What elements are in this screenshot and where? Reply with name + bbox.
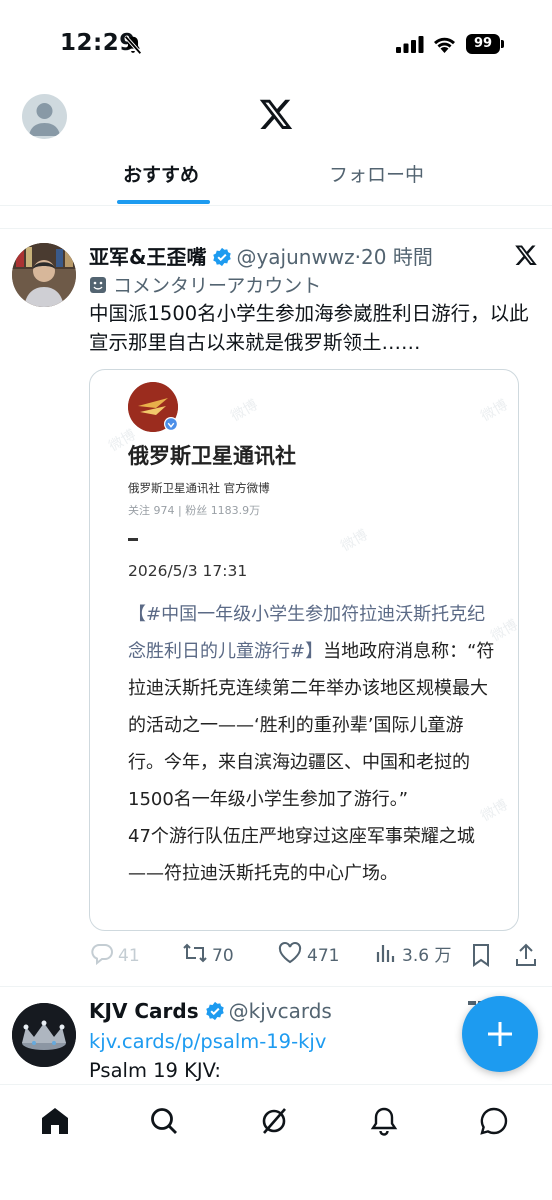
author-name[interactable]: KJV Cards — [89, 999, 199, 1023]
grok-nav-icon[interactable] — [258, 1105, 290, 1137]
watermark: 微博 — [228, 396, 261, 425]
watermark: 微博 — [478, 396, 511, 425]
embed-date: 2026/5/3 17:31 — [128, 562, 248, 580]
repost-count: 70 — [212, 946, 234, 966]
watermark: 微博 — [338, 526, 371, 555]
author-photo — [12, 243, 76, 307]
author-name[interactable]: 亚军&王歪嘴 — [89, 245, 206, 269]
verified-badge-icon — [205, 1001, 224, 1021]
author-avatar[interactable] — [12, 243, 76, 307]
author-avatar[interactable] — [12, 1003, 76, 1067]
account-label-text: コメンタリーアカウント — [113, 275, 322, 297]
weibo-verified-icon — [164, 417, 178, 431]
home-icon[interactable] — [39, 1105, 71, 1137]
messages-icon[interactable] — [478, 1105, 510, 1137]
commentary-label-icon — [90, 277, 106, 293]
wifi-icon — [434, 37, 455, 53]
reply-count: 41 — [118, 946, 140, 966]
reply-button[interactable]: 41 — [90, 941, 140, 969]
bookmark-icon[interactable] — [470, 941, 492, 969]
embed-body-text-2: 47个游行队伍庄严地穿过这座军事荣耀之城——符拉迪沃斯托克的中心广场。 — [128, 826, 475, 884]
repost-icon — [183, 943, 207, 963]
tweet-text: Psalm 19 KJV: — [89, 1059, 222, 1082]
my-avatar[interactable] — [22, 94, 67, 139]
plus-icon — [488, 1022, 512, 1046]
x-logo-icon[interactable] — [258, 96, 294, 132]
like-count: 471 — [307, 946, 340, 966]
views-chart-icon — [376, 945, 395, 962]
share-icon[interactable] — [514, 941, 538, 969]
verified-badge-icon — [213, 247, 232, 267]
embedded-image[interactable]: 微博 微博 微博 微博 微博 微博 俄罗斯卫星通讯社 俄罗斯卫星通讯社 官方微博… — [89, 369, 519, 931]
author-handle[interactable]: @yajunwwz — [236, 245, 354, 269]
reply-icon — [91, 944, 113, 965]
views-button[interactable]: 3.6 万 — [374, 941, 451, 969]
active-tab-indicator — [117, 200, 210, 204]
grok-icon[interactable] — [514, 243, 538, 267]
tweet-link[interactable]: kjv.cards/p/psalm-19-kjv — [89, 1030, 326, 1053]
tweet[interactable]: 亚军&王歪嘴 @yajunwwz·20 時間 コメンタリーアカウント 中国派150… — [0, 228, 552, 986]
tab-recommended[interactable]: おすすめ — [123, 160, 199, 187]
embed-account-name: 俄罗斯卫星通讯社 — [128, 444, 296, 468]
battery-indicator: 99 — [466, 34, 500, 54]
compose-button[interactable] — [462, 996, 538, 1072]
author-handle[interactable]: @kjvcards — [229, 999, 332, 1023]
embed-account-sub: 俄罗斯卫星通讯社 官方微博 — [128, 481, 270, 495]
bottom-navigation — [0, 1084, 552, 1200]
tweet-time[interactable]: 20 時間 — [361, 245, 433, 269]
cellular-signal-icon — [396, 36, 424, 53]
notifications-icon[interactable] — [368, 1105, 400, 1137]
repost-button[interactable]: 70 — [182, 941, 234, 969]
tweet-actions: 41 70 471 3.6 万 — [0, 941, 552, 971]
tweet-header: 亚军&王歪嘴 @yajunwwz·20 時間 — [89, 241, 433, 270]
embed-follow-stats: 关注 974 | 粉丝 1183.9万 — [128, 504, 261, 517]
timeline-tabs: おすすめ フォロー中 — [0, 148, 552, 206]
status-bar: 12:29 99 — [0, 0, 552, 90]
heart-icon — [278, 942, 302, 964]
crown-image — [12, 1003, 76, 1067]
account-label[interactable]: コメンタリーアカウント — [89, 271, 321, 298]
battery-tip — [501, 40, 504, 48]
view-count: 3.6 万 — [402, 946, 452, 966]
bell-off-icon — [124, 35, 142, 55]
like-button[interactable]: 471 — [277, 941, 339, 969]
default-avatar-icon — [29, 103, 60, 136]
tweet-text: 中国派1500名小学生参加海参崴胜利日游行，以此宣示那里自古以来就是俄罗斯领土…… — [89, 302, 529, 354]
embed-body: 【#中国一年级小学生参加符拉迪沃斯托克纪念胜利日的儿童游行#】当地政府消息称：“… — [128, 596, 498, 892]
tweet-header: KJV Cards @kjvcards — [89, 999, 332, 1023]
embed-divider — [128, 538, 138, 541]
embed-body-text: 当地政府消息称：“符拉迪沃斯托克连续第二年举办该地区规模最大的活动之一——‘胜利… — [128, 641, 495, 810]
search-icon[interactable] — [148, 1105, 180, 1137]
tab-following[interactable]: フォロー中 — [329, 160, 424, 187]
